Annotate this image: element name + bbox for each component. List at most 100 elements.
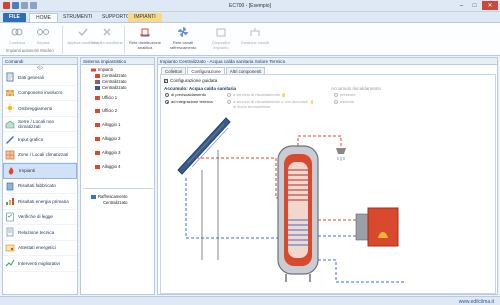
tree-item[interactable]: Ufficio 1 [95,95,117,100]
tree-item[interactable]: Alloggio 3 [95,150,120,155]
guided-config-checkbox[interactable]: ✓ Configurazione guidata [164,78,217,83]
greenhouse-icon [5,120,15,129]
sidebar-item-label: Ombreggiamenti [18,105,52,111]
check-icon [78,28,88,37]
tree-item[interactable]: Centralizzato [103,200,127,205]
energy-chart-icon [6,198,14,206]
sidebar-item-label: Componenti involucro [18,90,63,96]
option-label: ad integrazione termica [171,99,213,104]
plant-devices-button[interactable]: Dispositivi impianto [204,26,238,50]
radio-button[interactable] [165,100,169,105]
tree-item[interactable]: Alloggio 4 [95,164,120,169]
solar-system-icon [95,85,100,90]
checkbox-box[interactable]: ✓ [164,78,168,83]
commands-sidebar: Comandi <|> Dati generali Componenti inv… [2,57,78,295]
configuration-content: ✓ Configurazione guidata Accumulo: Acqua… [160,74,496,294]
tab-home[interactable]: HOME [29,13,58,22]
unit-icon [95,136,100,141]
radio-button[interactable] [165,93,169,98]
service-option-heating[interactable]: a servizio di riscaldamento [227,92,313,98]
tab-strumenti[interactable]: STRUMENTI [57,13,98,22]
circuits-icon [250,28,260,36]
split-button[interactable]: Separa [26,26,60,45]
title-bar: EC700 - [Esempio] – □ ✕ [0,0,500,12]
sidebar-item-serre-locali[interactable]: Serre / Locali non climatizzati [3,117,77,132]
split-label: Separa [36,40,50,45]
heating-system-icon [95,73,100,78]
tree-item-label: Centralizzato [102,73,127,78]
tree-item[interactable]: Ufficio 2 [95,108,117,113]
maximize-icon[interactable]: □ [469,1,480,10]
sidebar-item-label: Impianti [19,168,36,174]
acs-option-integration[interactable]: ad integrazione termica [165,99,213,105]
tree-item[interactable]: Alloggio 1 [95,122,120,127]
minimize-icon[interactable]: – [456,1,467,10]
boiler-icon [355,207,399,247]
combine-icon [11,28,23,36]
cooling-network-button[interactable]: Rete canali raffrescamento [166,26,200,50]
status-bar: www.edilclima.it [0,296,500,305]
cooling-network-label: Rete canali raffrescamento [169,40,197,50]
tab-impianti[interactable]: IMPIANTI [128,13,162,22]
cancel-changes-button[interactable]: Annulla modifiche [90,26,124,45]
split-icon [37,29,49,35]
devices-icon [216,28,226,37]
tree-header: Sistema impiantistico [81,58,154,65]
tree-cooling-label: Raffrescamento [98,194,128,199]
sidebar-item-label: Input grafico [18,136,44,142]
distribution-network-button[interactable]: Rete distribuzione analitica [128,26,162,50]
tree-item[interactable]: Centralizzato [95,79,126,84]
sidebar-item-interventi[interactable]: Interventi migliorativi [3,256,77,272]
sidebar-item-attestati[interactable]: Attestati energetici [3,241,77,256]
pipe-network-icon [140,28,150,37]
tree-item[interactable]: Centralizzato [95,85,126,90]
sidebar-item-relazione[interactable]: Relazione tecnica [3,225,77,241]
circuits-button[interactable]: Gestione circuiti [238,26,272,45]
sidebar-item-impianti[interactable]: Impianti [3,163,77,179]
sidebar-item-componenti-involucro[interactable]: Componenti involucro [3,86,77,101]
circuits-label: Gestione circuiti [240,40,270,45]
unit-icon [95,108,100,113]
distribution-network-label: Rete distribuzione analitica [128,40,162,50]
building-results-icon [6,182,14,191]
sidebar-item-input-grafico[interactable]: Input grafico [3,132,77,148]
sidebar-item-label: Zone / Locali climatizzati [18,152,69,158]
heating-option-absent[interactable]: assente [334,99,355,105]
close-icon[interactable]: ✕ [482,1,498,10]
zone-icon [5,150,15,160]
option-label: assente [340,99,355,104]
solar-water-schematic [177,117,406,283]
sidebar-item-label: Interventi migliorativi [18,260,60,266]
option-label: presente [340,92,356,97]
certificate-icon [5,244,15,252]
wall-icon [6,89,14,96]
tree-item-label: Ufficio 1 [102,95,118,100]
radio-button[interactable] [334,93,338,98]
sidebar-item-dati-generali[interactable]: Dati generali [3,70,77,86]
tree-root[interactable]: Impianti [91,67,113,72]
service-option-heating-storage[interactable]: a servizio di riscaldamento e con accumu… [227,99,313,109]
checklist-icon [6,212,14,222]
sidebar-item-verifiche[interactable]: Verifiche di legge [3,210,77,225]
sidebar-item-ombreggiamenti[interactable]: Ombreggiamenti [3,101,77,117]
tab-file[interactable]: FILE [3,13,26,22]
radio-button[interactable] [334,100,338,105]
website-link[interactable]: www.edilclima.it [459,299,494,305]
tree-item-label: Ufficio 2 [102,108,118,113]
sidebar-item-risultati-fabbricato[interactable]: Risultati fabbricato [3,179,77,194]
tree-item-label: Alloggio 3 [102,150,121,155]
ribbon-separator [62,26,63,54]
document-icon [6,72,14,82]
system-detail-panel: Impianto Centralizzato - Acqua calda san… [157,57,498,295]
tree-item[interactable]: Alloggio 2 [95,136,120,141]
radio-button[interactable] [227,93,231,98]
sidebar-item-risultati-energia[interactable]: Risultati energia primaria [3,194,77,210]
sidebar-item-zone-locali[interactable]: Zone / Locali climatizzati [3,148,77,163]
sidebar-item-label: Serre / Locali non climatizzati [18,118,55,129]
heating-option-present[interactable]: presente [334,92,356,98]
tree-cooling-root[interactable]: Raffrescamento [91,194,127,199]
report-icon [6,227,14,237]
radio-button[interactable] [227,100,231,105]
tree-item[interactable]: Centralizzato [95,73,126,78]
acs-option-preheat[interactable]: di preriscaldamento [165,92,206,98]
